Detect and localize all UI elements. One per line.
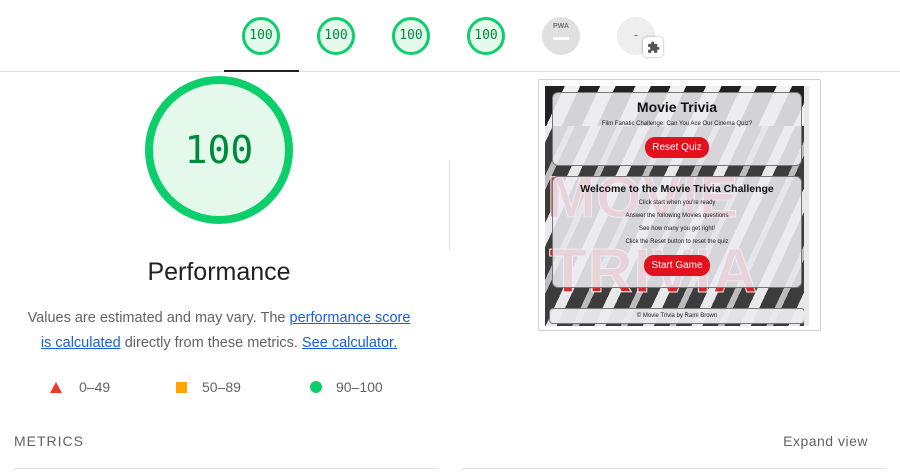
performance-score-link[interactable]: performance score bbox=[290, 310, 411, 326]
category-description: Values are estimated and may vary. The p… bbox=[10, 306, 428, 356]
final-screenshot[interactable]: MOVIE TRIVIA Movie Trivia Film Fanatic C… bbox=[538, 79, 821, 331]
expand-view-toggle[interactable]: Expand view bbox=[783, 433, 868, 449]
tab-performance-gauge[interactable]: 100 bbox=[242, 17, 280, 55]
metrics-heading: METRICS bbox=[14, 433, 84, 449]
metrics-divider-left bbox=[14, 468, 438, 469]
legend-pass-label: 90–100 bbox=[336, 379, 383, 395]
legend-pass: 90–100 bbox=[310, 378, 383, 396]
is-calculated-link[interactable]: is calculated bbox=[41, 335, 121, 351]
tab-seo-gauge[interactable]: 100 bbox=[467, 17, 505, 55]
metrics-divider-right bbox=[462, 468, 886, 469]
start-game-button: Start Game bbox=[644, 255, 710, 276]
instruction-line: See how many you get right! bbox=[638, 226, 716, 232]
legend-average-label: 50–89 bbox=[202, 379, 241, 395]
header-panel: Movie Trivia Film Fanatic Challenge: Can… bbox=[552, 92, 802, 166]
tab-pwa-gauge[interactable]: PWA bbox=[542, 17, 580, 55]
pwa-bar-icon bbox=[553, 37, 569, 40]
legend-fail: 0–49 bbox=[50, 378, 110, 396]
square-icon bbox=[176, 381, 187, 393]
see-calculator-link[interactable]: See calculator. bbox=[302, 335, 397, 351]
score-tabs-bar: 100 100 100 100 PWA - bbox=[0, 0, 900, 72]
legend-fail-label: 0–49 bbox=[79, 379, 111, 395]
welcome-panel: Welcome to the Movie Trivia Challenge Cl… bbox=[552, 176, 802, 288]
instruction-line: Click the Reset button to reset the quiz bbox=[625, 239, 729, 245]
thumb-title: Movie Trivia bbox=[636, 99, 718, 115]
tab-score: - bbox=[633, 27, 639, 42]
tab-score: 100 bbox=[324, 28, 348, 43]
legend-average: 50–89 bbox=[176, 378, 241, 396]
instruction-line: Click start when you're ready bbox=[638, 200, 716, 206]
circle-icon bbox=[310, 381, 322, 393]
thumb-footer: © Movie Trivia by Rami Brown bbox=[549, 308, 805, 324]
performance-score-gauge: 100 bbox=[145, 76, 293, 224]
tab-score: 100 bbox=[474, 28, 498, 43]
tab-score: 100 bbox=[249, 28, 273, 43]
thumb-tagline: Film Fanatic Challenge: Can You Ace Our … bbox=[601, 121, 753, 127]
tab-score: 100 bbox=[399, 28, 423, 43]
puzzle-icon bbox=[643, 37, 663, 57]
description-text: Values are estimated and may vary. The bbox=[27, 310, 290, 326]
welcome-title: Welcome to the Movie Trivia Challenge bbox=[580, 183, 774, 195]
tab-best-practices-gauge[interactable]: 100 bbox=[392, 17, 430, 55]
screenshot-image: MOVIE TRIVIA Movie Trivia Film Fanatic C… bbox=[545, 86, 809, 326]
triangle-icon bbox=[50, 381, 62, 393]
vertical-divider bbox=[449, 160, 450, 250]
pwa-label: PWA bbox=[553, 23, 569, 30]
tab-accessibility-gauge[interactable]: 100 bbox=[317, 17, 355, 55]
description-text: directly from these metrics. bbox=[120, 335, 302, 351]
reset-quiz-button: Reset Quiz bbox=[645, 137, 709, 158]
performance-score: 100 bbox=[184, 128, 254, 172]
instruction-line: Answer the following Movies questions bbox=[625, 213, 729, 219]
instructions-list: Click start when you're ready Answer the… bbox=[553, 197, 801, 249]
category-title: Performance bbox=[147, 258, 291, 286]
active-tab-indicator bbox=[224, 70, 299, 72]
thumb-scrollbar bbox=[804, 86, 809, 326]
